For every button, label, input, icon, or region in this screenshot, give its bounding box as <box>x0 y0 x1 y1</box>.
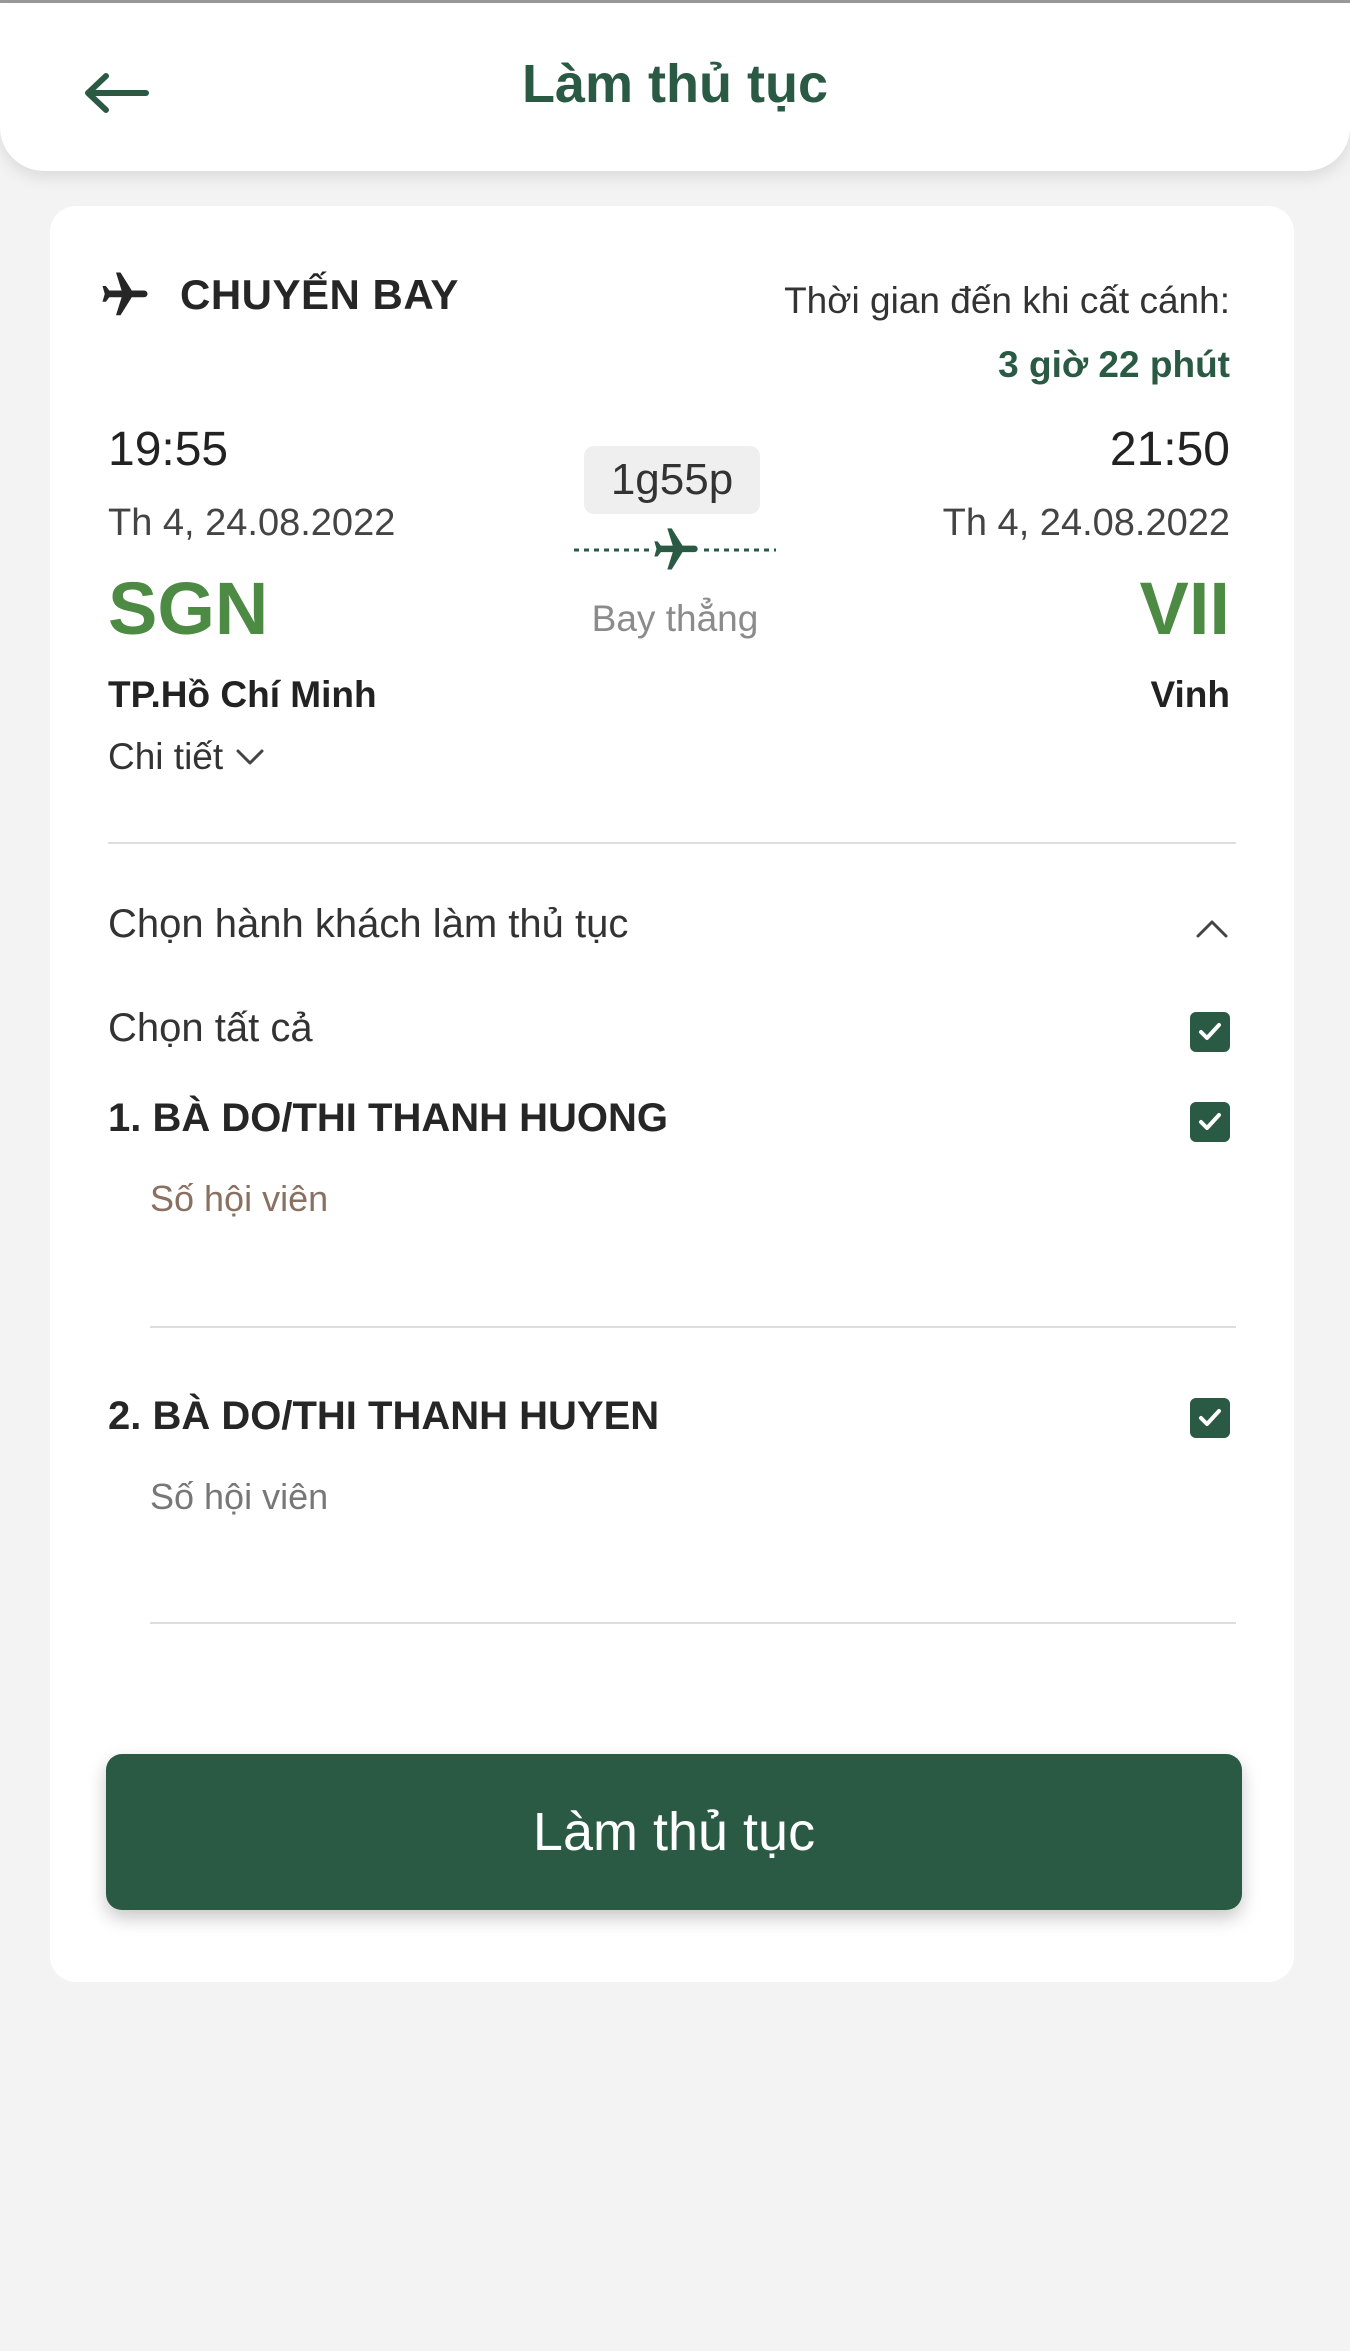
arrival-time: 21:50 <box>1109 423 1230 476</box>
departure-time: 19:55 <box>108 423 229 476</box>
passenger-checkbox[interactable] <box>1190 1398 1230 1438</box>
flight-label: CHUYẾN BAY <box>98 268 459 322</box>
chevron-up-icon[interactable] <box>1190 906 1234 950</box>
checkmark-icon <box>1199 1023 1221 1040</box>
passenger-name: 2. BÀ DO/THI THANH HUYEN <box>108 1394 660 1438</box>
input-underline <box>150 1622 1236 1624</box>
duration-badge: 1g55p <box>584 446 760 514</box>
route-line <box>570 524 780 576</box>
member-number-input[interactable]: Số hội viên <box>150 1178 1236 1258</box>
time-to-takeoff-value: 3 giờ 22 phút <box>998 344 1230 385</box>
flight-label-text: CHUYẾN BAY <box>180 271 459 318</box>
time-to-takeoff-label: Thời gian đến khi cất cánh: <box>784 280 1230 321</box>
departure-city: TP.Hồ Chí Minh <box>108 674 377 715</box>
airplane-icon <box>102 272 148 316</box>
member-number-input[interactable]: Số hội viên <box>150 1476 1236 1556</box>
details-label: Chi tiết <box>108 736 224 777</box>
arrival-date: Th 4, 24.08.2022 <box>942 502 1230 544</box>
checkmark-icon <box>1199 1409 1221 1426</box>
page-title: Làm thủ tục <box>522 54 828 114</box>
member-number-placeholder: Số hội viên <box>150 1178 329 1219</box>
select-all-label: Chọn tất cả <box>108 1006 313 1050</box>
route-type-label: Bay thẳng <box>591 598 759 639</box>
passenger-section-title: Chọn hành khách làm thủ tục <box>108 902 629 946</box>
member-number-placeholder: Số hội viên <box>150 1476 329 1517</box>
app-header: Làm thủ tục <box>0 3 1350 171</box>
departure-date: Th 4, 24.08.2022 <box>108 502 396 544</box>
input-underline <box>150 1326 1236 1328</box>
checkmark-icon <box>1199 1113 1221 1130</box>
passenger-name: 1. BÀ DO/THI THANH HUONG <box>108 1096 668 1140</box>
chevron-down-icon <box>236 749 264 765</box>
passenger-checkbox[interactable] <box>1190 1102 1230 1142</box>
departure-airport-code: SGN <box>108 567 269 650</box>
route-airplane-icon <box>650 524 702 576</box>
checkin-button[interactable]: Làm thủ tục <box>106 1754 1242 1910</box>
arrival-city: Vinh <box>1150 674 1231 715</box>
checkin-card: CHUYẾN BAY Thời gian đến khi cất cánh: 3… <box>50 206 1294 1982</box>
select-all-checkbox[interactable] <box>1190 1012 1230 1052</box>
details-toggle[interactable]: Chi tiết <box>108 736 265 778</box>
divider <box>108 842 1236 844</box>
arrival-airport-code: VII <box>1139 567 1230 650</box>
